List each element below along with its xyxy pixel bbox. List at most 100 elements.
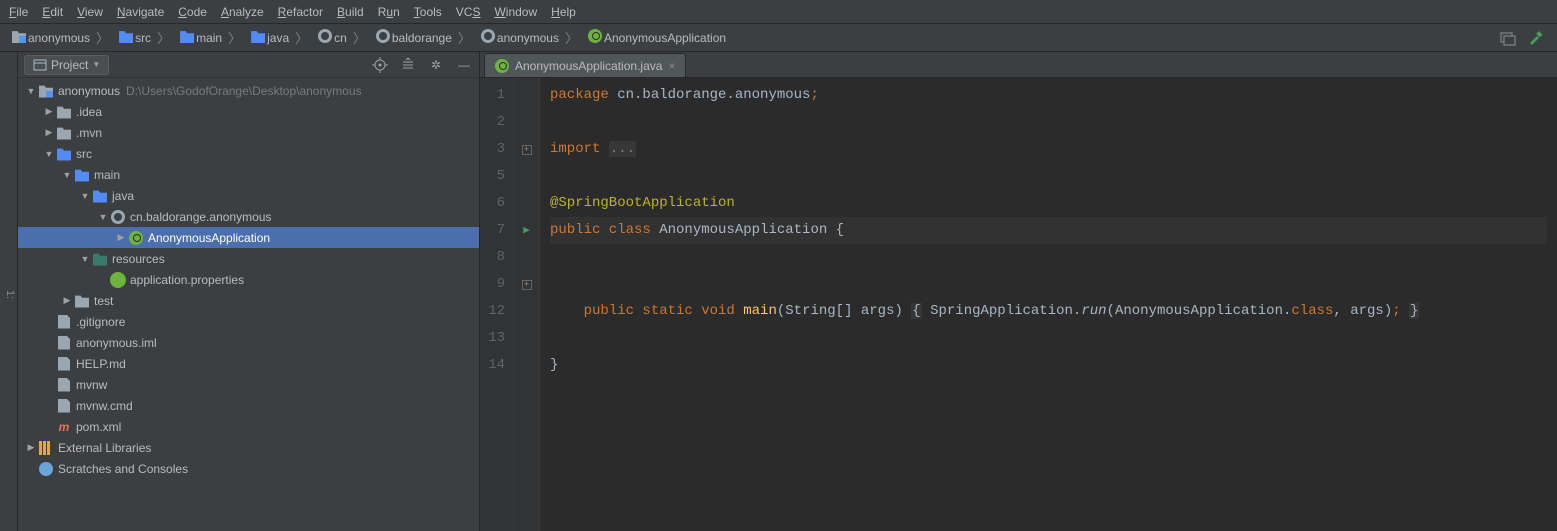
select-run-config-icon[interactable]	[1499, 29, 1517, 47]
fold-icon[interactable]: +	[522, 280, 532, 290]
gutter-cell[interactable]	[514, 82, 539, 109]
project-view-selector[interactable]: Project ▼	[24, 55, 109, 75]
run-gutter-cell[interactable]: ▶	[514, 217, 539, 244]
line-number[interactable]: 5	[480, 163, 505, 190]
tree-twisty-icon[interactable]: ▶	[24, 442, 38, 453]
breadcrumb-item[interactable]: main	[174, 28, 224, 48]
line-number-gutter[interactable]: 12356789121314	[480, 78, 514, 531]
tree-node[interactable]: application.properties	[18, 269, 479, 290]
menu-build[interactable]: Build	[330, 0, 371, 24]
breadcrumb-item[interactable]: baldorange	[370, 28, 454, 48]
tree-node[interactable]: ▼cn.baldorange.anonymous	[18, 206, 479, 227]
gutter-cell[interactable]	[514, 325, 539, 352]
menu-view[interactable]: View	[70, 0, 110, 24]
tree-node[interactable]: ▼src	[18, 143, 479, 164]
line-number[interactable]: 1	[480, 82, 505, 109]
library-icon	[38, 440, 54, 456]
fold-icon[interactable]: +	[522, 145, 532, 155]
run-gutter[interactable]: + ▶ +	[514, 78, 540, 531]
menu-analyze[interactable]: Analyze	[214, 0, 271, 24]
menu-navigate[interactable]: Navigate	[110, 0, 171, 24]
build-hammer-icon[interactable]	[1527, 29, 1545, 47]
close-tab-icon[interactable]: ×	[668, 59, 675, 73]
tree-twisty-icon[interactable]: ▶	[42, 127, 56, 138]
menu-code[interactable]: Code	[171, 0, 214, 24]
tree-node[interactable]: ▼java	[18, 185, 479, 206]
tree-node[interactable]: .gitignore	[18, 311, 479, 332]
tree-node[interactable]: mvnw	[18, 374, 479, 395]
gutter-cell[interactable]	[514, 244, 539, 271]
breadcrumb-item[interactable]: anonymous	[6, 28, 92, 48]
gutter-cell[interactable]	[514, 109, 539, 136]
line-number[interactable]: 6	[480, 190, 505, 217]
tree-node[interactable]: ▶test	[18, 290, 479, 311]
line-number[interactable]: 2	[480, 109, 505, 136]
breadcrumb-item[interactable]: anonymous	[475, 28, 561, 48]
tree-twisty-icon[interactable]: ▶	[114, 232, 128, 243]
tree-node-path: D:\Users\GodofOrange\Desktop\anonymous	[126, 84, 361, 98]
tree-twisty-icon[interactable]: ▼	[24, 86, 38, 96]
tree-twisty-icon[interactable]: ▼	[60, 170, 74, 180]
editor-overview-strip[interactable]	[1547, 78, 1557, 531]
line-number[interactable]: 9	[480, 271, 505, 298]
tree-twisty-icon[interactable]: ▼	[96, 212, 110, 222]
editor-tab-active[interactable]: AnonymousApplication.java ×	[484, 53, 686, 77]
tree-twisty-icon[interactable]: ▼	[42, 149, 56, 159]
menu-file[interactable]: File	[2, 0, 35, 24]
line-number[interactable]: 8	[480, 244, 505, 271]
project-tree[interactable]: ▼anonymousD:\Users\GodofOrange\Desktop\a…	[18, 78, 479, 531]
menu-run[interactable]: Run	[371, 0, 407, 24]
tree-node[interactable]: mvnw.cmd	[18, 395, 479, 416]
gutter-cell[interactable]	[514, 190, 539, 217]
tree-node[interactable]: ▶External Libraries	[18, 437, 479, 458]
tree-twisty-icon[interactable]: ▼	[78, 254, 92, 264]
breadcrumb-item[interactable]: cn	[312, 28, 349, 48]
menu-refactor[interactable]: Refactor	[271, 0, 330, 24]
gutter-cell[interactable]	[514, 298, 539, 325]
tree-node[interactable]: ▶.idea	[18, 101, 479, 122]
code-line[interactable]: package cn.baldorange.anonymous;	[550, 87, 819, 103]
fold-gutter-cell[interactable]: +	[514, 136, 539, 163]
tree-node[interactable]: ▼resources	[18, 248, 479, 269]
line-number[interactable]: 3	[480, 136, 505, 163]
tree-twisty-icon[interactable]: ▼	[78, 191, 92, 201]
code-line[interactable]: public class AnonymousApplication {	[550, 217, 1557, 244]
gear-icon[interactable]: ✲	[427, 56, 445, 74]
code-line[interactable]: }	[550, 357, 558, 373]
run-gutter-icon[interactable]: ▶	[523, 225, 530, 237]
tree-node[interactable]: HELP.md	[18, 353, 479, 374]
line-number[interactable]: 14	[480, 352, 505, 379]
collapse-all-icon[interactable]	[399, 56, 417, 74]
code-content[interactable]: package cn.baldorange.anonymous; import …	[540, 78, 1557, 531]
menu-tools[interactable]: Tools	[407, 0, 449, 24]
hide-icon[interactable]: —	[455, 56, 473, 74]
gutter-cell[interactable]	[514, 163, 539, 190]
tree-node[interactable]: mpom.xml	[18, 416, 479, 437]
tree-twisty-icon[interactable]: ▶	[42, 106, 56, 117]
gutter-cell[interactable]	[514, 352, 539, 379]
code-line[interactable]: import ...	[550, 141, 636, 157]
fold-gutter-cell[interactable]: +	[514, 271, 539, 298]
menu-edit[interactable]: Edit	[35, 0, 70, 24]
breadcrumb-item[interactable]: AnonymousApplication	[582, 28, 728, 48]
tree-node[interactable]: ▶AnonymousApplication	[18, 227, 479, 248]
tree-node[interactable]: Scratches and Consoles	[18, 458, 479, 479]
breadcrumb-item[interactable]: src	[113, 28, 153, 48]
left-tool-strip[interactable]: 1:	[0, 52, 18, 531]
locate-icon[interactable]	[371, 56, 389, 74]
tree-node[interactable]: ▶.mvn	[18, 122, 479, 143]
code-line[interactable]: public static void main(String[] args) {…	[550, 303, 1419, 319]
line-number[interactable]: 12	[480, 298, 505, 325]
code-line[interactable]: @SpringBootApplication	[550, 195, 735, 211]
menu-window[interactable]: Window	[487, 0, 544, 24]
line-number[interactable]: 13	[480, 325, 505, 352]
tree-node[interactable]: ▼main	[18, 164, 479, 185]
source-folder-icon	[249, 29, 265, 46]
tree-node[interactable]: anonymous.iml	[18, 332, 479, 353]
menu-help[interactable]: Help	[544, 0, 583, 24]
breadcrumb-item[interactable]: java	[245, 28, 291, 48]
tree-twisty-icon[interactable]: ▶	[60, 295, 74, 306]
menu-vcs[interactable]: VCS	[449, 0, 488, 24]
tree-node[interactable]: ▼anonymousD:\Users\GodofOrange\Desktop\a…	[18, 80, 479, 101]
line-number[interactable]: 7	[480, 217, 505, 244]
